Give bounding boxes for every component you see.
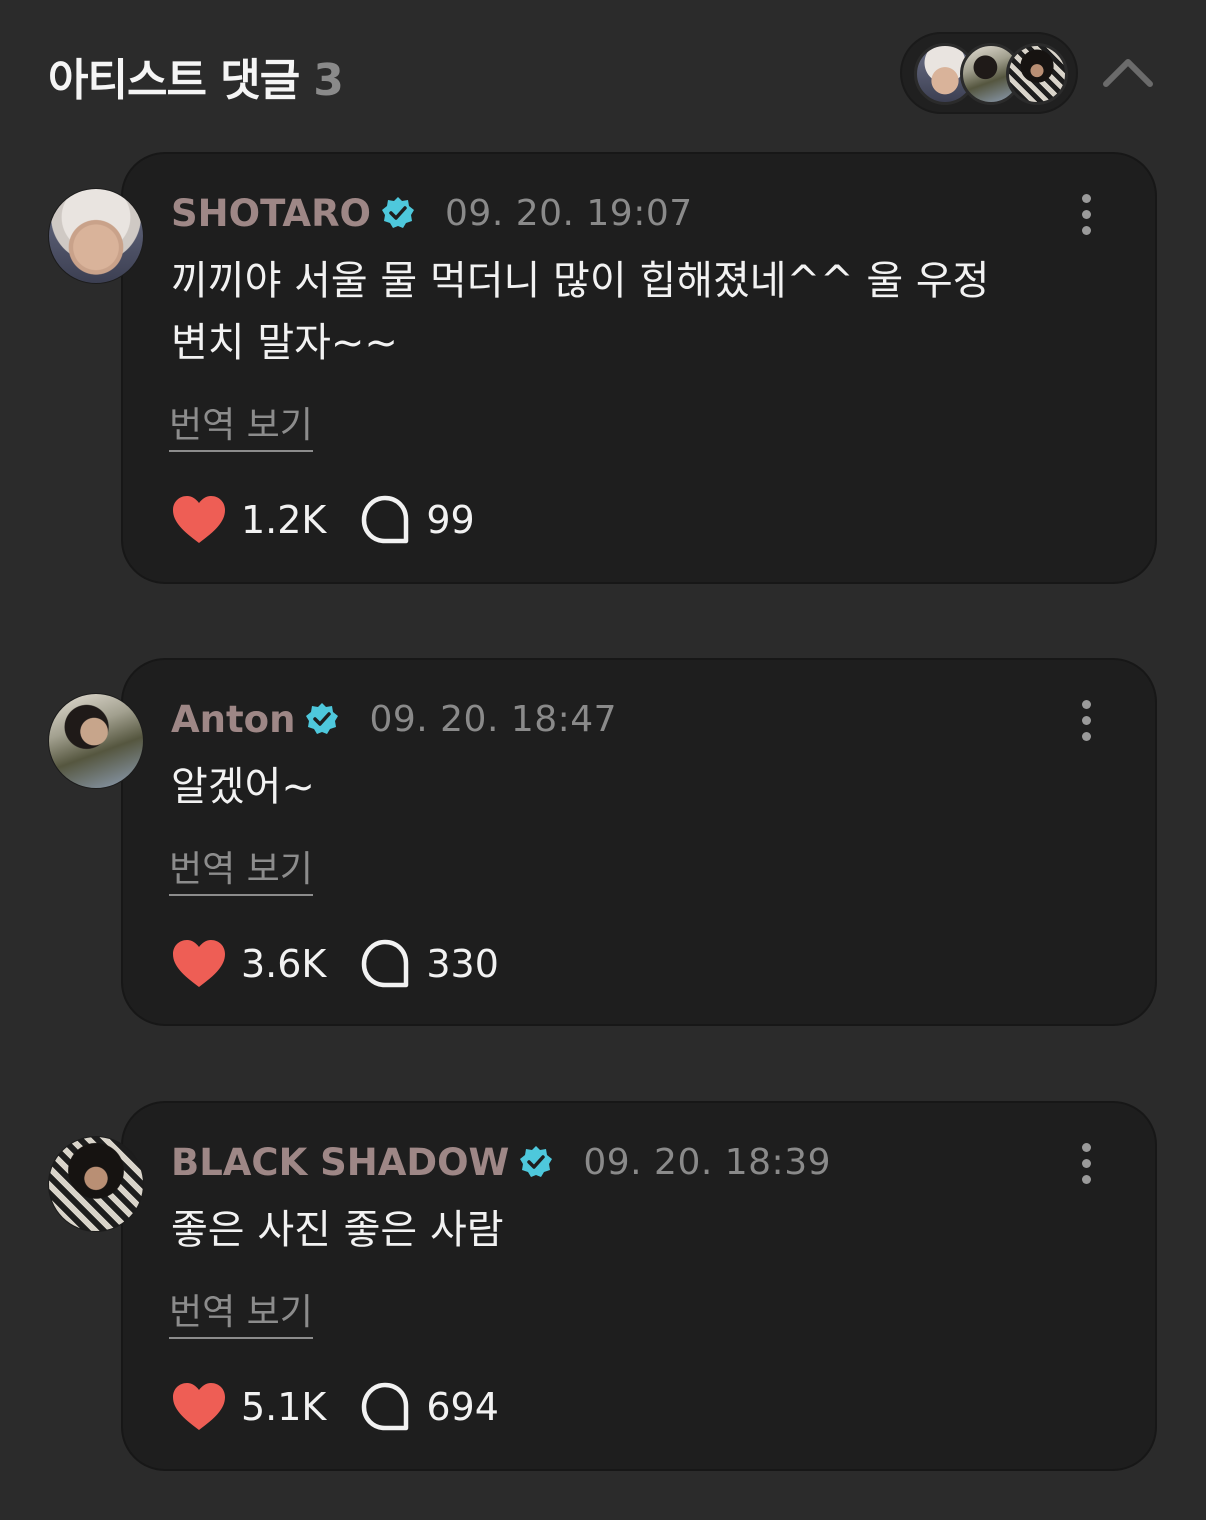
more-options-button[interactable] (1077, 1143, 1097, 1185)
avatar-anton[interactable] (48, 693, 144, 789)
comment-meta: Anton 09. 20. 18:47 (171, 696, 617, 742)
comment-meta: BLACK SHADOW 09. 20. 18:39 (171, 1139, 831, 1185)
verified-badge-icon (382, 197, 415, 228)
comment-text: 알겠어~ (171, 764, 315, 810)
comment-actions: 5.1K 694 (171, 1379, 499, 1435)
like-count: 5.1K (241, 1385, 327, 1429)
author-name[interactable]: BLACK SHADOW (171, 1141, 509, 1184)
section-title: 아티스트 댓글 3 (48, 44, 344, 108)
comment-timestamp: 09. 20. 18:39 (583, 1141, 831, 1183)
speech-bubble-icon[interactable] (360, 939, 410, 989)
comment-text: 좋은 사진 좋은 사람 (171, 1207, 504, 1253)
artist-avatar-stack[interactable] (900, 32, 1078, 114)
more-dot (1082, 732, 1091, 741)
section-title-label: 아티스트 댓글 (48, 55, 300, 106)
verified-badge-icon (520, 1146, 553, 1177)
stack-avatar-black-shadow (1006, 43, 1068, 105)
avatar-shotaro[interactable] (48, 188, 144, 284)
comment-card: SHOTARO 09. 20. 19:07 끼끼야 서울 물 먹더니 많이 힙해… (121, 152, 1157, 584)
comment-card: Anton 09. 20. 18:47 알겠어~ 번역 보기 3.6K 330 (121, 658, 1157, 1026)
verified-badge-icon (306, 703, 339, 734)
speech-bubble-icon[interactable] (360, 495, 410, 545)
reply-count: 99 (426, 498, 475, 542)
translate-link[interactable]: 번역 보기 (169, 396, 313, 452)
comment-count: 3 (313, 55, 344, 106)
translate-link[interactable]: 번역 보기 (169, 840, 313, 896)
heart-icon[interactable] (171, 1382, 227, 1432)
reply-count: 694 (426, 1385, 499, 1429)
author-name[interactable]: Anton (171, 698, 295, 741)
more-options-button[interactable] (1077, 700, 1097, 742)
comment-actions: 1.2K 99 (171, 492, 475, 548)
speech-bubble-icon[interactable] (360, 1382, 410, 1432)
more-dot (1082, 226, 1091, 235)
chevron-up-icon (1103, 59, 1153, 87)
comment-timestamp: 09. 20. 18:47 (369, 698, 618, 740)
more-dot (1082, 210, 1091, 219)
comment-actions: 3.6K 330 (171, 936, 499, 992)
more-dot (1082, 1159, 1091, 1168)
heart-icon[interactable] (171, 495, 227, 545)
comment-card: BLACK SHADOW 09. 20. 18:39 좋은 사진 좋은 사람 번… (121, 1101, 1157, 1471)
collapse-button[interactable] (1100, 46, 1156, 96)
like-count: 1.2K (241, 498, 327, 542)
more-dot (1082, 716, 1091, 725)
reply-count: 330 (426, 942, 499, 986)
more-vertical-icon (1082, 1143, 1091, 1152)
more-vertical-icon (1082, 700, 1091, 709)
like-count: 3.6K (241, 942, 327, 986)
translate-link[interactable]: 번역 보기 (169, 1283, 313, 1339)
heart-icon[interactable] (171, 939, 227, 989)
more-dot (1082, 1175, 1091, 1184)
comment-text: 끼끼야 서울 물 먹더니 많이 힙해졌네^^ 울 우정 변치 말자~~ (171, 258, 990, 366)
author-name[interactable]: SHOTARO (171, 192, 371, 235)
artist-comments-page: 아티스트 댓글 3 SHOTARO 09. 20. 19:07 끼끼야 서울 물… (0, 0, 1206, 1520)
comment-timestamp: 09. 20. 19:07 (445, 192, 693, 234)
more-options-button[interactable] (1077, 194, 1097, 236)
comment-meta: SHOTARO 09. 20. 19:07 (171, 190, 693, 236)
more-vertical-icon (1082, 194, 1091, 203)
artist-comments-header: 아티스트 댓글 3 (0, 0, 1206, 150)
avatar-black-shadow[interactable] (48, 1136, 144, 1232)
